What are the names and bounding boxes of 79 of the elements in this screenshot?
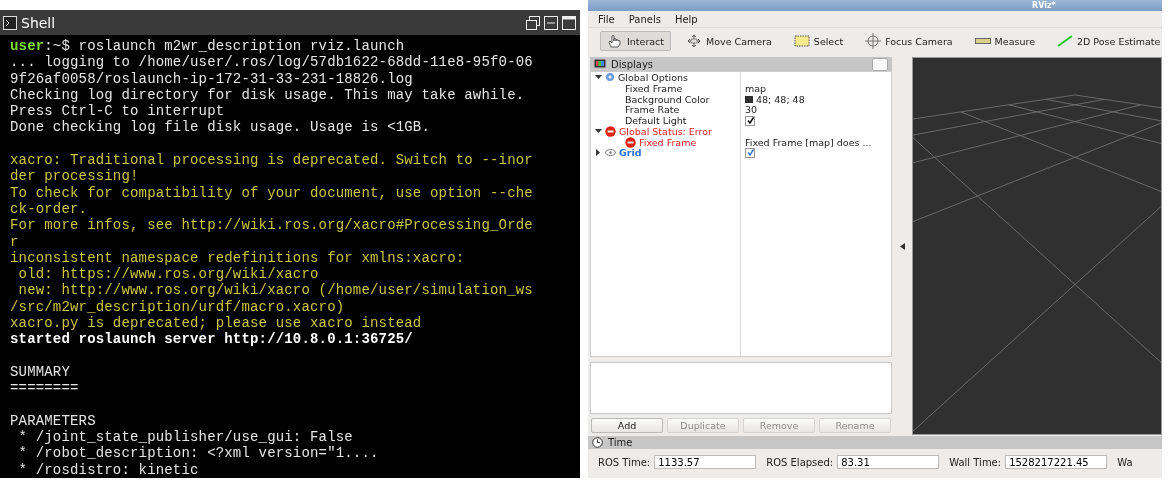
- time-field[interactable]: 1528217221.45: [1005, 455, 1108, 469]
- tree-item-label[interactable]: Fixed Frame: [639, 136, 697, 148]
- terminal-line: * /robot_description: <?xml version="1....: [17, 445, 379, 462]
- window-title: RViz*: [1032, 0, 1056, 11]
- tool-button[interactable]: Select: [786, 32, 851, 50]
- terminal-line: 9f26af0058/roslaunch-ip-172-31-33-231-18826.log: [10, 70, 413, 87]
- menu-item[interactable]: Help: [674, 14, 698, 25]
- color-swatch: [745, 95, 753, 103]
- tool-button[interactable]: 2D Pose Estimate: [1050, 32, 1168, 50]
- terminal-line: * /rosdistro: kinetic: [17, 461, 199, 478]
- property-value: Fixed Frame [map] does ...: [745, 136, 872, 148]
- tree-item-label[interactable]: Background Color: [625, 93, 710, 105]
- expanded-arrow-icon[interactable]: [595, 73, 602, 81]
- time-field[interactable]: 1133.57: [654, 455, 757, 469]
- terminal-line: r: [10, 233, 19, 250]
- maximize-icon[interactable]: [562, 15, 576, 30]
- terminal-line: Done checking log file disk usage. Usage is <1GB.: [10, 119, 430, 136]
- move-arrows-icon: [686, 34, 703, 48]
- tool-button[interactable]: Measure: [967, 32, 1042, 50]
- terminal-line: ck-order.: [10, 200, 88, 218]
- field-label: ROS Elapsed:: [766, 456, 834, 468]
- panel-title: Time: [608, 437, 633, 448]
- terminal-icon: [3, 15, 17, 30]
- field-label: ROS Time:: [598, 456, 651, 468]
- field-label: Wall Time:: [949, 456, 1002, 468]
- terminal-line: Checking log directory for disk usage. This may take awhile.: [10, 86, 525, 104]
- checkbox[interactable]: [745, 147, 755, 158]
- selection-rectangle-icon: [793, 35, 810, 47]
- prompt-user: user: [10, 38, 45, 54]
- tool-button[interactable]: Interact: [600, 31, 672, 51]
- hand-pointer-icon: [607, 34, 623, 48]
- terminal-line: * /joint_state_publisher/use_gui: False: [17, 429, 353, 446]
- property-value: map: [745, 82, 767, 94]
- menu-item[interactable]: File: [598, 14, 615, 25]
- terminal-line: started roslaunch server http://10.8.0.1:36725/: [10, 331, 413, 348]
- error-icon: [605, 125, 616, 137]
- terminal-line: SUMMARY: [10, 363, 70, 381]
- tree-item-label[interactable]: Global Options: [618, 71, 688, 83]
- terminal-line: xacro: Traditional processing is deprecated. Switch to --inor: [10, 152, 533, 169]
- property-value: 30: [745, 104, 758, 116]
- tree-item-label[interactable]: Default Light: [625, 115, 687, 127]
- expanded-arrow-icon[interactable]: [595, 127, 602, 135]
- ruler-icon: [974, 37, 991, 45]
- tool-button[interactable]: Focus Camera: [858, 30, 960, 52]
- restore-icon[interactable]: [526, 15, 540, 30]
- field-label: Wa: [1117, 456, 1133, 468]
- terminal-line: new: http://www.ros.org/wiki/xacro (/home/user/simulation_ws: [17, 282, 533, 299]
- tree-item-label[interactable]: Global Status: Error: [619, 125, 712, 137]
- collapse-arrow-icon[interactable]: [899, 242, 905, 250]
- terminal-line: xacro.py is deprecated; please use xacro instead: [10, 315, 422, 332]
- terminal-line: To check for compatibility of your document, use option --che: [10, 184, 533, 201]
- terminal-line: ... logging to /home/user/.ros/log/57db1622-68dd-11e8-95f0-06: [10, 54, 533, 71]
- terminal-line: /src/m2wr_description/urdf/macro.xacro): [10, 298, 345, 316]
- tree-item-label[interactable]: Frame Rate: [625, 104, 680, 116]
- panel-title: Displays: [611, 58, 655, 70]
- monitor-icon: [594, 59, 606, 69]
- terminal-line: Press Ctrl-C to interrupt: [10, 103, 225, 120]
- time-field[interactable]: 83.31: [837, 455, 940, 469]
- collapsed-arrow-icon[interactable]: [595, 149, 602, 157]
- error-icon: [625, 136, 636, 148]
- property-value: 48; 48; 48: [756, 93, 805, 105]
- minimize-icon[interactable]: [544, 15, 558, 30]
- terminal-line: PARAMETERS: [10, 412, 96, 430]
- window-title: Shell: [21, 14, 57, 31]
- clock-icon: [592, 437, 603, 448]
- panel-button[interactable]: Add: [591, 418, 663, 433]
- terminal-line: ========: [10, 380, 79, 397]
- terminal-line: For more infos, see http://wiki.ros.org/xacro#Processing_Orde: [10, 217, 533, 234]
- tool-button[interactable]: Move Camera: [679, 31, 779, 51]
- eye-icon: [605, 149, 616, 157]
- checkbox[interactable]: [745, 115, 755, 126]
- terminal-line: inconsistent namespace redefinitions for xmlns:xacro:: [10, 249, 465, 267]
- tree-item-label[interactable]: Grid: [619, 147, 642, 159]
- menu-item[interactable]: Panels: [628, 14, 661, 25]
- terminal-line: :~$ roslaunch m2wr_description rviz.launch: [44, 38, 405, 54]
- terminal-line: der processing!: [10, 168, 139, 185]
- terminal-line: old: https://www.ros.org/wiki/xacro: [17, 266, 319, 283]
- crosshair-icon: [865, 33, 882, 49]
- tree-item-label[interactable]: Fixed Frame: [625, 82, 683, 94]
